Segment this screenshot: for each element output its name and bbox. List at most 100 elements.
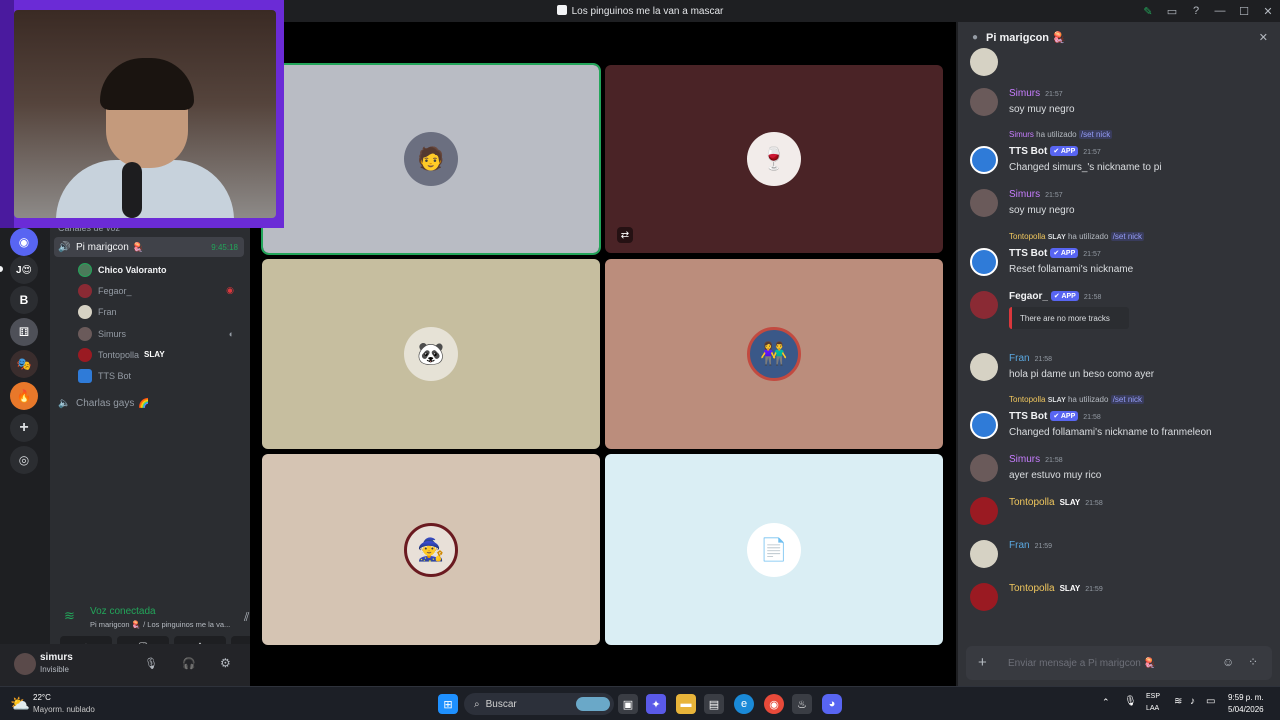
chrome-icon[interactable]: ◉ [764, 694, 784, 714]
maximize-button[interactable]: ☐ [1232, 5, 1256, 18]
voice-user-name: Chico Valoranto [98, 264, 167, 275]
server-icon[interactable]: ◉ [10, 228, 38, 256]
message-author[interactable]: Simurs [1009, 88, 1040, 99]
participant-tile[interactable]: 🧙 [262, 454, 600, 645]
close-window-button[interactable]: ✕ [1256, 5, 1280, 18]
steam-icon[interactable]: ♨ [792, 694, 812, 714]
message-author[interactable]: TTS Bot [1009, 146, 1047, 157]
chevron-up-icon[interactable]: ⌃ [1102, 697, 1110, 708]
edge-icon[interactable]: e [734, 694, 754, 714]
inbox-icon[interactable]: ✎ [1136, 5, 1160, 18]
tts-bot-avatar[interactable] [970, 248, 998, 276]
message-author[interactable]: Tontopolla [1009, 583, 1055, 594]
store-icon[interactable]: ▤ [704, 694, 724, 714]
wifi-icon[interactable]: ≋ [1174, 696, 1182, 707]
app-icon [556, 5, 567, 15]
microphone [122, 162, 142, 218]
microphone-icon[interactable]: 🎙 [144, 657, 158, 670]
participant-tile[interactable]: 📄 [605, 454, 943, 645]
language-top[interactable]: ESP [1146, 693, 1160, 700]
participant-tile[interactable]: 👫 [605, 259, 943, 449]
task-view-icon[interactable]: ▣ [618, 694, 638, 714]
avatar [78, 262, 92, 277]
server-icon[interactable]: ⚅ [10, 318, 38, 346]
add-attachment-icon[interactable]: + [978, 654, 987, 671]
avatar[interactable] [970, 189, 998, 217]
clock-date[interactable]: 5/04/2026 [1228, 705, 1264, 714]
message-author[interactable]: Fran [1009, 353, 1030, 364]
avatar[interactable] [970, 48, 998, 76]
reply-user[interactable]: Tontopolla [1009, 232, 1045, 241]
avatar[interactable] [14, 653, 36, 675]
weather-icon[interactable]: ⛅ [10, 694, 30, 714]
mic-tray-icon[interactable]: 🎙 [1124, 696, 1137, 707]
voice-user[interactable]: Chico Valoranto [78, 260, 242, 279]
headphones-icon[interactable]: 🎧 [182, 657, 196, 670]
voice-user[interactable]: Tontopolla SLAY [78, 345, 242, 364]
avatar[interactable] [970, 497, 998, 525]
tts-bot-avatar[interactable] [970, 411, 998, 439]
reply-user[interactable]: Simurs [1009, 130, 1034, 139]
volume-icon[interactable]: ♪ [1190, 696, 1195, 707]
username[interactable]: simurs [40, 652, 73, 663]
message-author[interactable]: Tontopolla [1009, 497, 1055, 508]
app-badge: ✔ APP [1050, 411, 1079, 421]
server-icon[interactable]: 🔥 [10, 382, 38, 410]
message-author[interactable]: Fegaor_ [1009, 291, 1048, 302]
discover-icon[interactable]: ◎ [10, 446, 38, 474]
voice-channel[interactable]: 🔈 Charlas gays 🌈 [54, 393, 244, 413]
participant-tile[interactable]: 🧑 [261, 63, 601, 255]
tts-bot-avatar[interactable] [970, 146, 998, 174]
participant-tile[interactable]: 🐼 [262, 259, 600, 449]
voice-user[interactable]: Fegaor_ ◉ [78, 281, 242, 300]
voice-user[interactable]: Fran [78, 302, 242, 321]
channel-name: Pi marigcon [76, 241, 129, 253]
message-time: 21:59 [1085, 586, 1103, 593]
avatar[interactable] [970, 540, 998, 568]
avatar[interactable] [970, 353, 998, 381]
language-bottom[interactable]: LAA [1146, 705, 1159, 712]
noise-suppression-icon[interactable]: ⫽ [244, 610, 249, 625]
slash-command[interactable]: /set nick [1110, 395, 1145, 404]
weather-desc: Mayorm. nublado [33, 705, 95, 714]
close-icon[interactable]: ✕ [1259, 31, 1268, 44]
participant-tile[interactable]: 🍷 ⇄ [605, 65, 943, 253]
copilot-icon[interactable]: ✦ [646, 694, 666, 714]
reply-user[interactable]: Tontopolla [1009, 395, 1045, 404]
taskbar-search[interactable]: ⌕ Buscar [464, 693, 614, 715]
add-server-button[interactable]: + [10, 414, 38, 442]
server-icon[interactable]: J😍 [10, 256, 38, 284]
voice-location[interactable]: Pi marigcon 🪼 / Los pinguinos me la va..… [90, 620, 230, 629]
message-author[interactable]: Simurs [1009, 454, 1040, 465]
app-badge: ✔ APP [1050, 291, 1079, 301]
voice-channel-active[interactable]: 🔊 Pi marigcon 🪼 9:45:18 [54, 237, 244, 257]
message-author[interactable]: Fran [1009, 540, 1030, 551]
avatar[interactable] [970, 583, 998, 611]
emoji-icon[interactable]: ☺ [1222, 655, 1234, 669]
message-author[interactable]: TTS Bot [1009, 411, 1047, 422]
message-input[interactable]: + Enviar mensaje a Pi marigcon 🪼 ☺ ⁘ [966, 646, 1272, 680]
battery-icon[interactable]: ▭ [1206, 696, 1215, 707]
file-explorer-icon[interactable]: ▬ [676, 694, 696, 714]
avatar[interactable] [970, 454, 998, 482]
window-icon[interactable]: ▭ [1160, 5, 1184, 18]
server-icon[interactable]: 🎭 [10, 350, 38, 378]
server-icon[interactable]: B [10, 286, 38, 314]
clock-time[interactable]: 9:59 p. m. [1228, 693, 1264, 702]
chat-message: Fran 21:59 [970, 540, 1270, 570]
apps-icon[interactable]: ⁘ [1248, 655, 1258, 669]
help-icon[interactable]: ? [1184, 5, 1208, 17]
slash-command[interactable]: /set nick [1078, 130, 1113, 139]
slay-tag: SLAY [1047, 234, 1066, 241]
discord-icon[interactable]: ◕ [822, 694, 842, 714]
message-author[interactable]: TTS Bot [1009, 248, 1047, 259]
avatar[interactable] [970, 291, 998, 319]
message-author[interactable]: Simurs [1009, 189, 1040, 200]
start-button[interactable]: ⊞ [438, 694, 458, 714]
avatar[interactable] [970, 88, 998, 116]
voice-user[interactable]: TTS Bot [78, 366, 242, 385]
settings-gear-icon[interactable]: ⚙ [220, 656, 231, 670]
voice-user[interactable]: Simurs ◐ [78, 324, 242, 343]
slash-command[interactable]: /set nick [1110, 232, 1145, 241]
minimize-button[interactable]: — [1208, 5, 1232, 17]
